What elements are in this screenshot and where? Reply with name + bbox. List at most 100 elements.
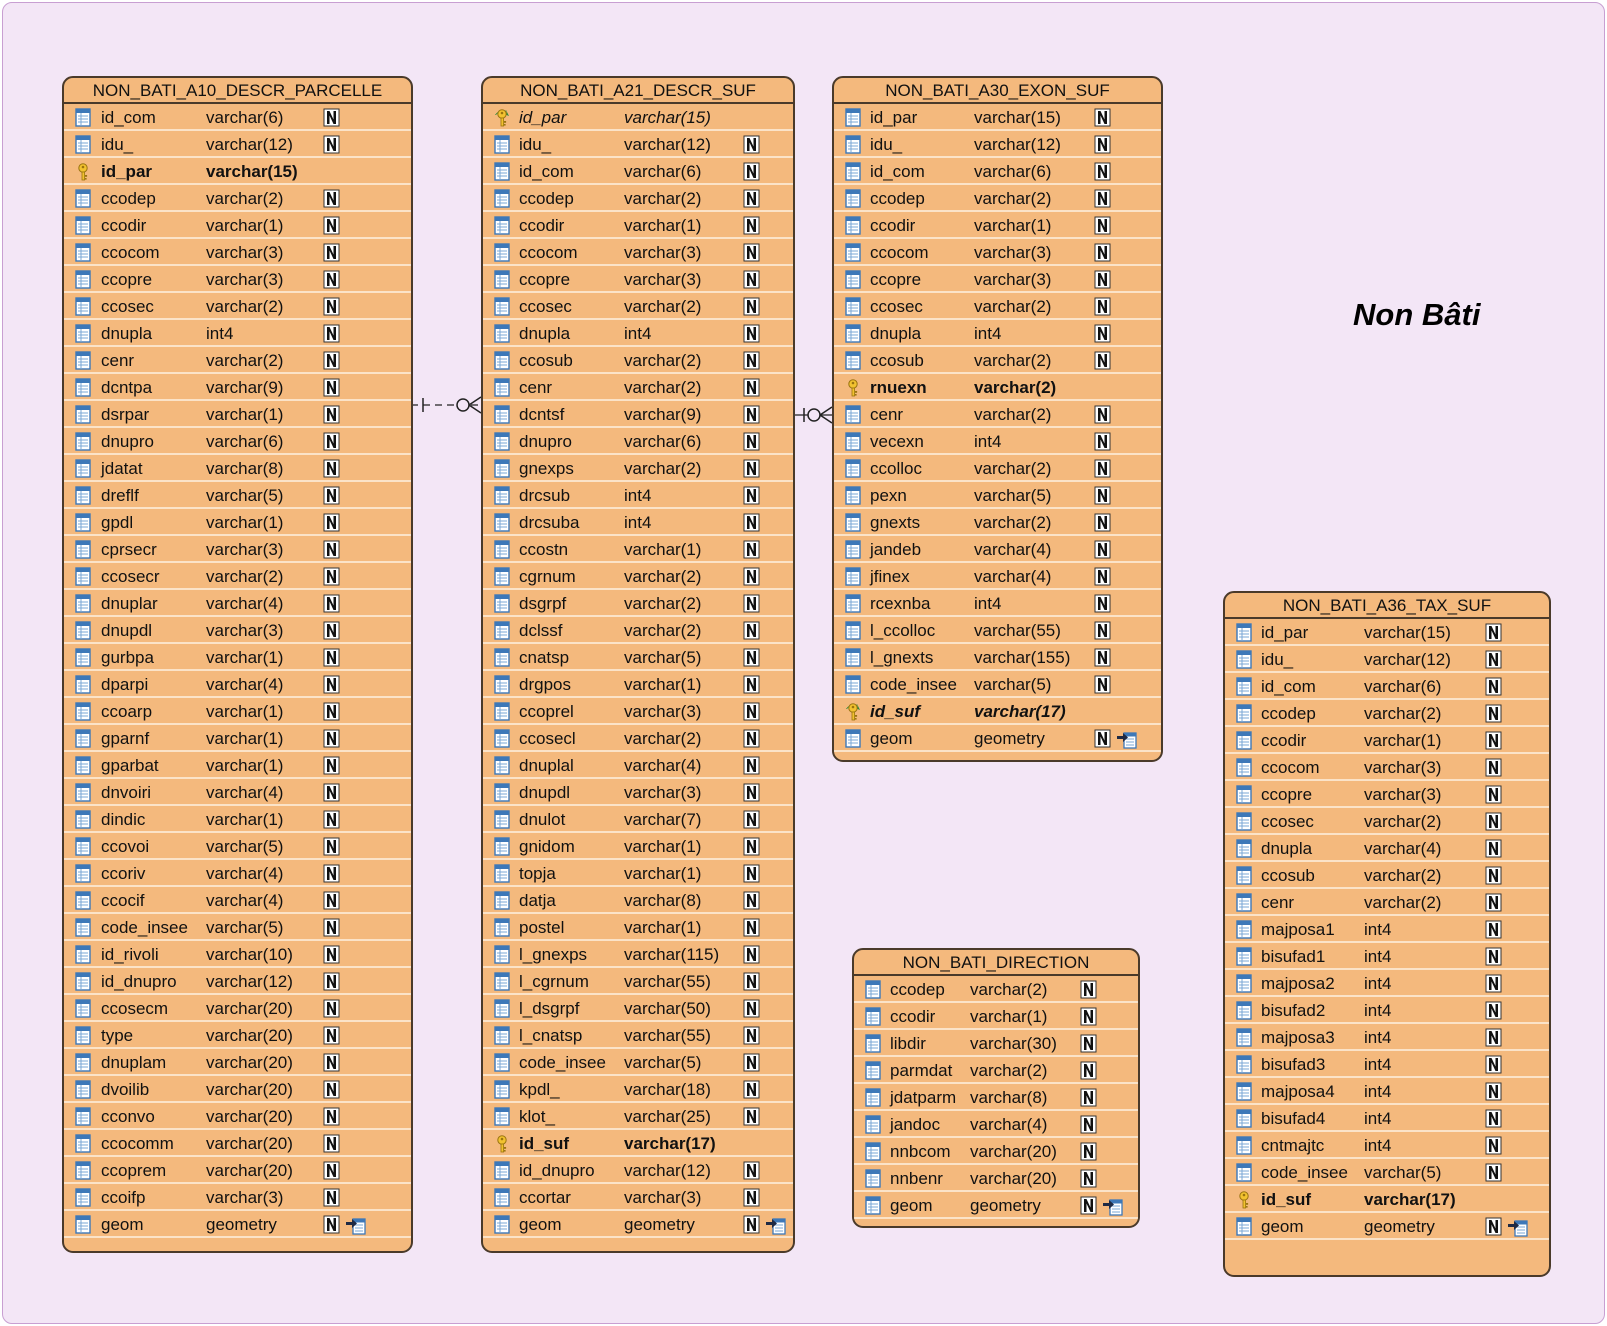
column-row[interactable]: dnulot varchar(7)	[483, 806, 793, 833]
column-row[interactable]: cnatsp varchar(5)	[483, 644, 793, 671]
column-row[interactable]: cenr varchar(2)	[64, 347, 411, 374]
column-row[interactable]: dnuplam varchar(20)	[64, 1049, 411, 1076]
column-row[interactable]: code_insee varchar(5)	[64, 914, 411, 941]
column-row[interactable]: id_par varchar(15)	[483, 104, 793, 131]
column-row[interactable]: id_suf varchar(17)	[483, 1130, 793, 1157]
column-row[interactable]: ccosec varchar(2)	[834, 293, 1161, 320]
column-row[interactable]: rcexnba int4	[834, 590, 1161, 617]
table-non-bati-direction[interactable]: NON_BATI_DIRECTION ccodep varchar(2) ccodi…	[852, 948, 1140, 1228]
column-row[interactable]: ccoprem varchar(20)	[64, 1157, 411, 1184]
column-row[interactable]: code_insee varchar(5)	[483, 1049, 793, 1076]
column-row[interactable]: id_par varchar(15)	[1225, 619, 1549, 646]
column-row[interactable]: ccosecr varchar(2)	[64, 563, 411, 590]
column-row[interactable]: id_par varchar(15)	[64, 158, 411, 185]
column-row[interactable]: cntmajtc int4	[1225, 1132, 1549, 1159]
column-row[interactable]: geom geometry	[483, 1211, 793, 1238]
column-row[interactable]: l_gnexps varchar(115)	[483, 941, 793, 968]
column-row[interactable]: topja varchar(1)	[483, 860, 793, 887]
column-row[interactable]: idu_ varchar(12)	[1225, 646, 1549, 673]
column-row[interactable]: dnupla int4	[834, 320, 1161, 347]
column-row[interactable]: bisufad4 int4	[1225, 1105, 1549, 1132]
column-row[interactable]: pexn varchar(5)	[834, 482, 1161, 509]
column-row[interactable]: gparnf varchar(1)	[64, 725, 411, 752]
column-row[interactable]: l_cnatsp varchar(55)	[483, 1022, 793, 1049]
column-row[interactable]: ccosub varchar(2)	[483, 347, 793, 374]
column-row[interactable]: ccoarp varchar(1)	[64, 698, 411, 725]
column-row[interactable]: gnexps varchar(2)	[483, 455, 793, 482]
column-row[interactable]: ccodep varchar(2)	[1225, 700, 1549, 727]
column-row[interactable]: vecexn int4	[834, 428, 1161, 455]
column-row[interactable]: ccodir varchar(1)	[483, 212, 793, 239]
column-row[interactable]: ccocom varchar(3)	[1225, 754, 1549, 781]
column-row[interactable]: id_dnupro varchar(12)	[483, 1157, 793, 1184]
column-row[interactable]: jdatat varchar(8)	[64, 455, 411, 482]
column-row[interactable]: geom geometry	[1225, 1213, 1549, 1240]
table-non-bati-a10-descr-parcelle[interactable]: NON_BATI_A10_DESCR_PARCELLE id_com varcha…	[62, 76, 413, 1253]
column-row[interactable]: ccodep varchar(2)	[834, 185, 1161, 212]
column-row[interactable]: ccosecm varchar(20)	[64, 995, 411, 1022]
column-row[interactable]: majposa3 int4	[1225, 1024, 1549, 1051]
column-row[interactable]: ccoprel varchar(3)	[483, 698, 793, 725]
column-row[interactable]: ccocomm varchar(20)	[64, 1130, 411, 1157]
column-row[interactable]: majposa4 int4	[1225, 1078, 1549, 1105]
column-row[interactable]: ccocif varchar(4)	[64, 887, 411, 914]
column-row[interactable]: id_com varchar(6)	[1225, 673, 1549, 700]
column-row[interactable]: cconvo varchar(20)	[64, 1103, 411, 1130]
column-row[interactable]: l_gnexts varchar(155)	[834, 644, 1161, 671]
column-row[interactable]: drcsuba int4	[483, 509, 793, 536]
column-row[interactable]: ccovoi varchar(5)	[64, 833, 411, 860]
column-row[interactable]: ccocom varchar(3)	[483, 239, 793, 266]
column-row[interactable]: ccostn varchar(1)	[483, 536, 793, 563]
column-row[interactable]: dnupdl varchar(3)	[64, 617, 411, 644]
column-row[interactable]: gparbat varchar(1)	[64, 752, 411, 779]
column-row[interactable]: dvoilib varchar(20)	[64, 1076, 411, 1103]
table-non-bati-a21-descr-suf[interactable]: NON_BATI_A21_DESCR_SUF id_par varchar(15)…	[481, 76, 795, 1253]
column-row[interactable]: id_com varchar(6)	[834, 158, 1161, 185]
column-row[interactable]: id_com varchar(6)	[64, 104, 411, 131]
column-row[interactable]: ccodep varchar(2)	[854, 976, 1138, 1003]
column-row[interactable]: geom geometry	[834, 725, 1161, 752]
column-row[interactable]: libdir varchar(30)	[854, 1030, 1138, 1057]
column-row[interactable]: bisufad2 int4	[1225, 997, 1549, 1024]
column-row[interactable]: cenr varchar(2)	[834, 401, 1161, 428]
column-row[interactable]: code_insee varchar(5)	[834, 671, 1161, 698]
column-row[interactable]: cprsecr varchar(3)	[64, 536, 411, 563]
column-row[interactable]: cgrnum varchar(2)	[483, 563, 793, 590]
column-row[interactable]: id_suf varchar(17)	[834, 698, 1161, 725]
column-row[interactable]: idu_ varchar(12)	[483, 131, 793, 158]
column-row[interactable]: dsrpar varchar(1)	[64, 401, 411, 428]
column-row[interactable]: dnupro varchar(6)	[64, 428, 411, 455]
column-row[interactable]: dcntpa varchar(9)	[64, 374, 411, 401]
column-row[interactable]: jfinex varchar(4)	[834, 563, 1161, 590]
column-row[interactable]: ccopre varchar(3)	[64, 266, 411, 293]
column-row[interactable]: dclssf varchar(2)	[483, 617, 793, 644]
column-row[interactable]: l_dsgrpf varchar(50)	[483, 995, 793, 1022]
column-row[interactable]: datja varchar(8)	[483, 887, 793, 914]
column-row[interactable]: ccodep varchar(2)	[64, 185, 411, 212]
column-row[interactable]: drcsub int4	[483, 482, 793, 509]
column-row[interactable]: bisufad1 int4	[1225, 943, 1549, 970]
column-row[interactable]: ccosecl varchar(2)	[483, 725, 793, 752]
column-row[interactable]: ccodir varchar(1)	[854, 1003, 1138, 1030]
column-row[interactable]: idu_ varchar(12)	[834, 131, 1161, 158]
column-row[interactable]: ccosub varchar(2)	[834, 347, 1161, 374]
column-row[interactable]: dnupla int4	[483, 320, 793, 347]
column-row[interactable]: id_rivoli varchar(10)	[64, 941, 411, 968]
column-row[interactable]: geom geometry	[854, 1192, 1138, 1219]
column-row[interactable]: ccodir varchar(1)	[834, 212, 1161, 239]
column-row[interactable]: dnupla varchar(4)	[1225, 835, 1549, 862]
column-row[interactable]: id_dnupro varchar(12)	[64, 968, 411, 995]
column-row[interactable]: ccosec varchar(2)	[64, 293, 411, 320]
column-row[interactable]: klot_ varchar(25)	[483, 1103, 793, 1130]
column-row[interactable]: id_suf varchar(17)	[1225, 1186, 1549, 1213]
column-row[interactable]: dparpi varchar(4)	[64, 671, 411, 698]
table-non-bati-a36-tax-suf[interactable]: NON_BATI_A36_TAX_SUF id_par varchar(15) id…	[1223, 591, 1551, 1277]
column-row[interactable]: jandoc varchar(4)	[854, 1111, 1138, 1138]
column-row[interactable]: ccoriv varchar(4)	[64, 860, 411, 887]
column-row[interactable]: dnupdl varchar(3)	[483, 779, 793, 806]
column-row[interactable]: parmdat varchar(2)	[854, 1057, 1138, 1084]
column-row[interactable]: ccodep varchar(2)	[483, 185, 793, 212]
column-row[interactable]: gpdl varchar(1)	[64, 509, 411, 536]
column-row[interactable]: dnuplal varchar(4)	[483, 752, 793, 779]
column-row[interactable]: cenr varchar(2)	[1225, 889, 1549, 916]
